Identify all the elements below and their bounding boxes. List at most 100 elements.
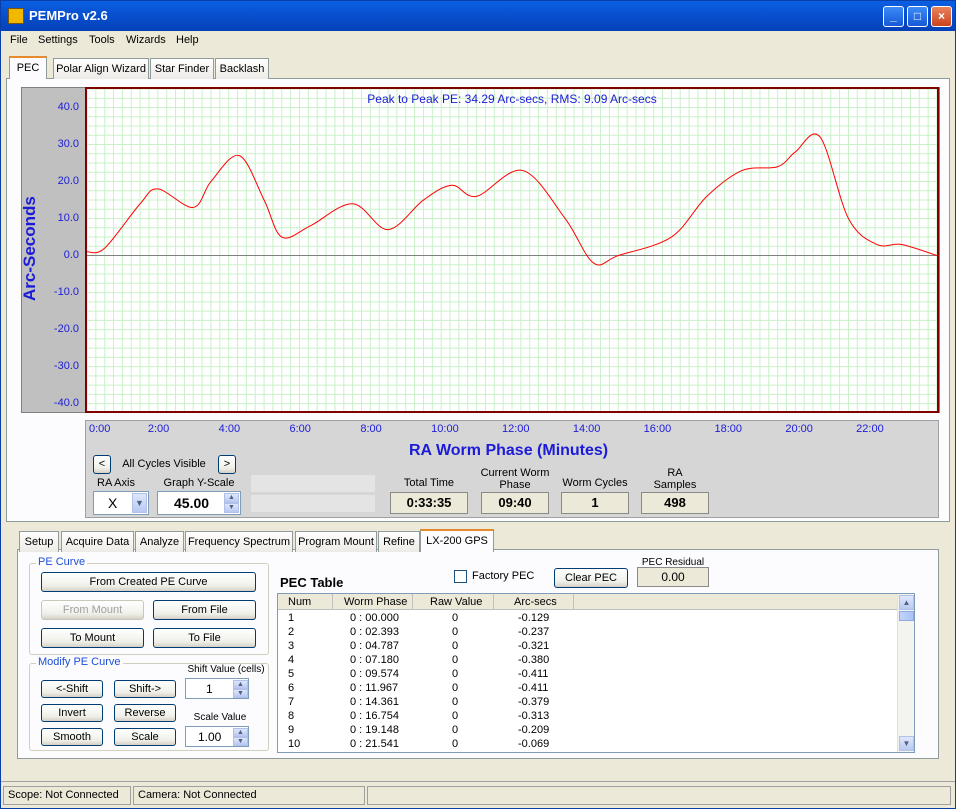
to-file-button[interactable]: To File <box>153 628 256 648</box>
spin-up-icon[interactable]: ▲ <box>233 680 248 689</box>
menu-settings[interactable]: Settings <box>38 34 78 46</box>
tab-program-mount[interactable]: Program Mount <box>295 531 377 552</box>
tab-analyze[interactable]: Analyze <box>135 531 184 552</box>
chevron-down-icon[interactable]: ▼ <box>132 493 147 513</box>
tab-star-finder[interactable]: Star Finder <box>150 58 214 79</box>
x-tick-label: 8:00 <box>360 423 382 435</box>
table-cell: 0 : 16.754 <box>350 710 399 722</box>
scroll-down-icon[interactable]: ▼ <box>899 736 914 751</box>
clear-pec-button[interactable]: Clear PEC <box>554 568 628 588</box>
x-tick-label: 22:00 <box>856 423 884 435</box>
tab-refine[interactable]: Refine <box>378 531 420 552</box>
y-tick-label: -30.0 <box>53 359 79 372</box>
spin-up-icon[interactable]: ▲ <box>224 493 239 503</box>
table-row[interactable]: 1 0 : 00.000 0 -0.129 <box>278 612 898 626</box>
scroll-up-icon[interactable]: ▲ <box>899 595 914 610</box>
table-cell: -0.209 <box>518 724 550 736</box>
tab-polar-align-wizard[interactable]: Polar Align Wizard <box>53 58 149 79</box>
col-worm-phase[interactable]: Worm Phase <box>344 596 407 608</box>
table-cell: 0 <box>452 682 459 694</box>
status-bar: Scope: Not Connected Camera: Not Connect… <box>1 781 955 808</box>
from-file-button[interactable]: From File <box>153 600 256 620</box>
table-cell: -0.321 <box>518 640 550 652</box>
ra-axis-select[interactable]: X ▼ <box>93 491 149 515</box>
menu-tools[interactable]: Tools <box>89 34 115 46</box>
prev-cycle-button[interactable]: < <box>93 455 111 474</box>
shift-value-stepper[interactable]: 1 ▲ ▼ <box>185 678 249 699</box>
tab-frequency-spectrum[interactable]: Frequency Spectrum <box>185 531 293 552</box>
table-row[interactable]: 9 0 : 19.148 0 -0.209 <box>278 724 898 738</box>
table-cell: 4 <box>288 654 295 666</box>
title-bar[interactable]: PEMPro v2.6 _ □ × <box>1 1 955 31</box>
tab-lx200-gps[interactable]: LX-200 GPS <box>420 529 494 552</box>
scale-button[interactable]: Scale <box>114 728 176 746</box>
scale-value-stepper[interactable]: 1.00 ▲ ▼ <box>185 726 249 747</box>
table-cell: 0 : 09.574 <box>350 668 399 680</box>
table-cell: -0.069 <box>518 738 550 750</box>
from-created-pe-curve-button[interactable]: From Created PE Curve <box>41 572 256 592</box>
col-arc-secs[interactable]: Arc-secs <box>514 596 557 608</box>
scroll-thumb[interactable] <box>899 611 914 621</box>
pec-table-header: Num Worm Phase Raw Value Arc-secs <box>278 594 898 610</box>
table-row[interactable]: 3 0 : 04.787 0 -0.321 <box>278 640 898 654</box>
table-cell: -0.237 <box>518 626 550 638</box>
pe-chart <box>87 89 937 411</box>
shift-value-label: Shift Value (cells) <box>187 664 265 675</box>
table-row[interactable]: 7 0 : 14.361 0 -0.379 <box>278 696 898 710</box>
table-row[interactable]: 6 0 : 11.967 0 -0.411 <box>278 682 898 696</box>
x-axis-label: RA Worm Phase (Minutes) <box>409 442 609 459</box>
table-row[interactable]: 4 0 : 07.180 0 -0.380 <box>278 654 898 668</box>
table-cell: 3 <box>288 640 295 652</box>
smooth-button[interactable]: Smooth <box>41 728 103 746</box>
yscale-stepper[interactable]: 45.00 ▲ ▼ <box>157 491 241 515</box>
tab-setup[interactable]: Setup <box>19 531 59 552</box>
worm-phase-label: Current Worm Phase <box>480 467 550 491</box>
pe-curve-group-title: PE Curve <box>36 556 88 568</box>
maximize-button[interactable]: □ <box>907 6 928 27</box>
shift-left-button[interactable]: <-Shift <box>41 680 103 698</box>
menu-wizards[interactable]: Wizards <box>126 34 166 46</box>
reverse-button[interactable]: Reverse <box>114 704 176 722</box>
table-cell: 7 <box>288 696 295 708</box>
col-raw-value[interactable]: Raw Value <box>430 596 482 608</box>
from-mount-button[interactable]: From Mount <box>41 600 144 620</box>
blank-field-1 <box>251 475 375 492</box>
spin-down-icon[interactable]: ▼ <box>233 737 248 746</box>
table-scrollbar[interactable]: ▲ ▼ <box>897 594 914 752</box>
table-cell: 0 : 14.361 <box>350 696 399 708</box>
spin-down-icon[interactable]: ▼ <box>224 503 239 513</box>
table-row[interactable]: 2 0 : 02.393 0 -0.237 <box>278 626 898 640</box>
table-cell: 0 <box>452 626 459 638</box>
col-num[interactable]: Num <box>288 596 311 608</box>
ra-axis-value: X <box>108 495 118 511</box>
minimize-button[interactable]: _ <box>883 6 904 27</box>
x-tick-label: 4:00 <box>218 423 241 435</box>
table-row[interactable]: 8 0 : 16.754 0 -0.313 <box>278 710 898 724</box>
worm-phase-value: 09:40 <box>481 492 549 514</box>
table-row[interactable]: 10 0 : 21.541 0 -0.069 <box>278 738 898 752</box>
shift-right-button[interactable]: Shift-> <box>114 680 176 698</box>
table-row[interactable]: 5 0 : 09.574 0 -0.411 <box>278 668 898 682</box>
tab-pec[interactable]: PEC <box>9 56 47 79</box>
spin-down-icon[interactable]: ▼ <box>233 689 248 698</box>
graph-title: Peak to Peak PE: 34.29 Arc-secs, RMS: 9.… <box>367 92 657 106</box>
worm-cycles-label: Worm Cycles <box>562 477 628 489</box>
table-cell: 0 <box>452 724 459 736</box>
close-button[interactable]: × <box>931 6 952 27</box>
tab-backlash[interactable]: Backlash <box>215 58 269 79</box>
tab-acquire-data[interactable]: Acquire Data <box>61 531 134 552</box>
table-cell: 0 <box>452 738 459 750</box>
next-cycle-button[interactable]: > <box>218 455 236 474</box>
y-tick-label: 30.0 <box>57 137 79 150</box>
to-mount-button[interactable]: To Mount <box>41 628 144 648</box>
table-cell: 2 <box>288 626 295 638</box>
menu-help[interactable]: Help <box>176 34 199 46</box>
pec-table[interactable]: Num Worm Phase Raw Value Arc-secs 1 0 : 0… <box>277 593 915 753</box>
menu-file[interactable]: File <box>10 34 28 46</box>
factory-pec-checkbox[interactable] <box>454 570 467 583</box>
blank-field-2 <box>251 495 375 512</box>
invert-button[interactable]: Invert <box>41 704 103 722</box>
table-cell: -0.411 <box>518 682 549 694</box>
table-cell: 0 : 11.967 <box>350 682 399 694</box>
spin-up-icon[interactable]: ▲ <box>233 728 248 737</box>
